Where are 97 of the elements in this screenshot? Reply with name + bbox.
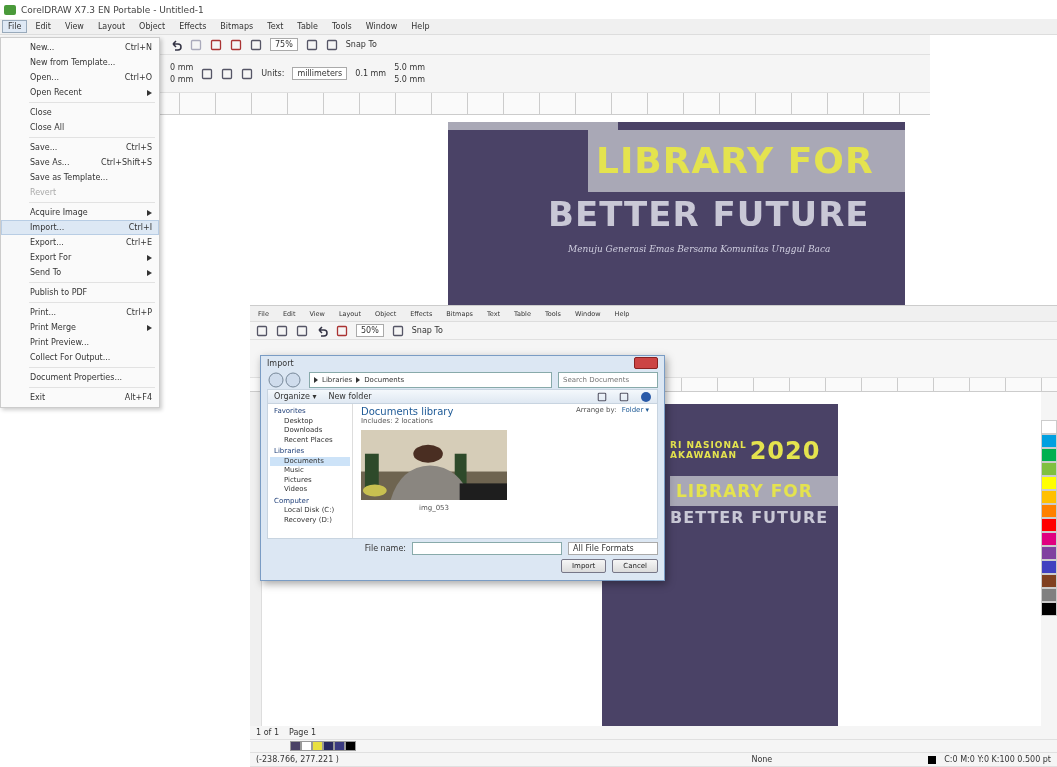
menu-tab[interactable]: Tools (326, 20, 358, 33)
menu-tab[interactable]: Help (405, 20, 436, 33)
units-dropdown[interactable]: millimeters (292, 67, 348, 80)
height-value[interactable]: 0 mm (170, 75, 194, 84)
submenu-arrow-icon (147, 209, 152, 216)
dialog-title: Import (267, 358, 294, 368)
outline-swatch (928, 755, 937, 764)
menu-tab[interactable]: Window (359, 20, 404, 33)
poster-headline: LIBRARY FOR (676, 482, 813, 501)
menu-item[interactable]: Save... Ctrl+S (1, 140, 159, 155)
color-swatch[interactable] (1041, 532, 1057, 546)
submenu-arrow-icon (147, 254, 152, 261)
duplicate-x-value[interactable]: 5.0 mm (394, 63, 425, 72)
app-logo-icon (4, 4, 16, 15)
menu-item[interactable]: Document Properties... (1, 370, 159, 385)
chevron-icon (356, 376, 361, 383)
help-icon[interactable] (641, 391, 651, 402)
menu-item[interactable]: Export For (1, 250, 159, 265)
poster-headline: BETTER FUTURE (548, 194, 870, 234)
color-swatch[interactable] (1041, 588, 1057, 602)
menu-tab[interactable]: Effects (173, 20, 213, 33)
library-title: Documents library (361, 406, 455, 417)
color-swatch[interactable] (345, 741, 356, 751)
menu-item[interactable]: Save as Template... (1, 170, 159, 185)
poster-headline: BETTER FUTURE (670, 508, 829, 528)
color-swatch[interactable] (1041, 434, 1057, 448)
window-title: CorelDRAW X7.3 EN Portable - Untitled-1 (21, 4, 204, 15)
submenu-arrow-icon (147, 89, 152, 96)
poster-heading: AKAWANAN (670, 451, 739, 462)
undo-icon[interactable] (316, 324, 328, 337)
menu-tab[interactable]: View (58, 20, 90, 33)
color-swatch[interactable] (301, 741, 312, 751)
menu-item[interactable]: Open Recent (1, 85, 159, 100)
color-swatch[interactable] (334, 741, 345, 751)
page-tab[interactable]: Page 1 (289, 728, 316, 737)
snap-to-button[interactable]: Snap To (411, 326, 443, 335)
file-name-label: File name: (364, 543, 406, 553)
page-counter: 1 of 1 (256, 728, 279, 737)
menu-tab[interactable]: File (2, 20, 28, 33)
menu-item[interactable]: Import... Ctrl+I (1, 220, 159, 235)
submenu-arrow-icon (147, 269, 152, 276)
menu-tab[interactable]: Edit (29, 20, 57, 33)
poster-headline: LIBRARY FOR (596, 141, 874, 181)
width-value[interactable]: 0 mm (170, 63, 194, 72)
menu-tab[interactable]: Table (291, 20, 324, 33)
menu-tab[interactable]: Text (261, 20, 290, 33)
menu-item[interactable]: Close (1, 105, 159, 120)
color-swatch[interactable] (1041, 490, 1057, 504)
poster-year: 2020 (749, 438, 821, 465)
color-swatch[interactable] (1041, 420, 1057, 434)
duplicate-y-value[interactable]: 5.0 mm (394, 75, 425, 84)
file-name-field[interactable] (412, 541, 562, 555)
poster-heading: RI NASIONAL (670, 441, 747, 451)
menu-item[interactable]: Print... Ctrl+P (1, 305, 159, 320)
menu-item[interactable]: Print Merge (1, 320, 159, 335)
zoom-field[interactable]: 50% (356, 324, 384, 337)
color-swatch[interactable] (312, 741, 323, 751)
outline-status: C:0 M:0 Y:0 K:100 0.500 pt (944, 755, 1051, 764)
menu-item[interactable]: Acquire Image (1, 205, 159, 220)
menu-tab[interactable]: Layout (91, 20, 132, 33)
menu-item[interactable]: Export... Ctrl+E (1, 235, 159, 250)
cursor-coordinates: (-238.766, 277.221 ) (256, 755, 339, 764)
file-type-dropdown[interactable]: All File Formats (568, 541, 658, 555)
submenu-arrow-icon (147, 324, 152, 331)
undo-icon[interactable] (170, 38, 182, 51)
chevron-icon (314, 376, 318, 383)
snap-to-button[interactable]: Snap To (345, 40, 377, 49)
menu-item[interactable]: Exit Alt+F4 (1, 390, 159, 405)
poster-tagline: Menuju Generasi Emas Bersama Komunitas Unggul Baca (568, 244, 831, 255)
color-swatch[interactable] (290, 741, 301, 751)
zoom-field[interactable]: 75% (270, 38, 298, 51)
menu-item[interactable]: New... Ctrl+N (1, 40, 159, 55)
color-swatch[interactable] (1041, 574, 1057, 588)
fill-status: None (751, 755, 773, 764)
color-swatch[interactable] (1041, 462, 1057, 476)
menu-item[interactable]: New from Template... (1, 55, 159, 70)
menu-item[interactable]: Publish to PDF (1, 285, 159, 300)
color-swatch[interactable] (1041, 518, 1057, 532)
color-swatch[interactable] (1041, 560, 1057, 574)
menu-item[interactable]: Send To (1, 265, 159, 280)
color-swatch[interactable] (1041, 546, 1057, 560)
organize-button[interactable]: Organize ▾ (274, 392, 317, 401)
units-label: Units: (261, 69, 285, 78)
menu-item[interactable]: Print Preview... (1, 335, 159, 350)
color-swatch[interactable] (1041, 476, 1057, 490)
menu-tab[interactable]: Bitmaps (214, 20, 260, 33)
color-swatch[interactable] (323, 741, 334, 751)
nudge-value[interactable]: 0.1 mm (355, 69, 387, 78)
menu-item[interactable]: Collect For Output... (1, 350, 159, 365)
menu-item[interactable]: Save As... Ctrl+Shift+S (1, 155, 159, 170)
menu-tab[interactable]: Object (133, 20, 172, 33)
new-folder-button[interactable]: New folder (328, 392, 372, 401)
color-swatch[interactable] (1041, 448, 1057, 462)
menu-item[interactable]: Open... Ctrl+O (1, 70, 159, 85)
menu-item[interactable]: Close All (1, 120, 159, 135)
color-swatch[interactable] (1041, 504, 1057, 518)
color-swatch[interactable] (1041, 602, 1057, 616)
